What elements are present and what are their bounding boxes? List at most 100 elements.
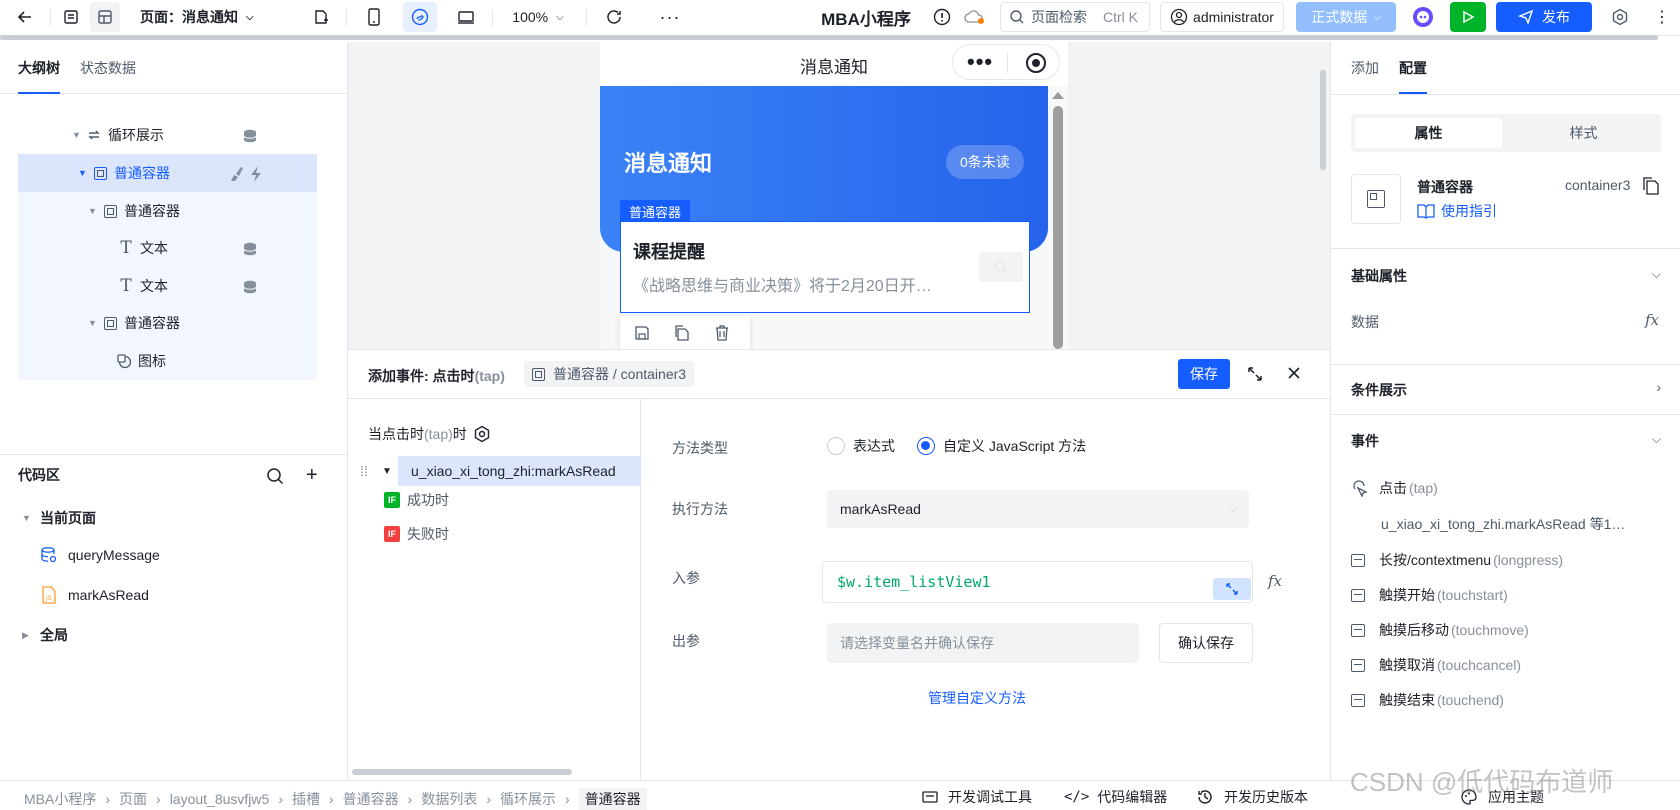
breadcrumb-item[interactable]: MBA小程序 <box>24 789 96 809</box>
chevron-down-icon[interactable]: ⌵ <box>1652 267 1661 282</box>
method-query-message[interactable]: queryMessage <box>40 546 160 564</box>
event-lightning-icon[interactable] <box>248 165 264 186</box>
event-touchend[interactable]: 触摸结束 (touchend) <box>1351 690 1504 710</box>
expand-icon[interactable] <box>1246 365 1264 386</box>
basic-props-title[interactable]: 基础属性 <box>1351 266 1407 286</box>
close-mini-icon[interactable] <box>1025 52 1047 77</box>
expand-editor-icon[interactable] <box>1213 578 1251 600</box>
tap-action-summary[interactable]: u_xiao_xi_tong_zhi.markAsRead 等1… <box>1381 514 1625 534</box>
preview-play-button[interactable] <box>1450 2 1486 32</box>
confirm-save-button[interactable]: 确认保存 <box>1159 623 1253 663</box>
events-title[interactable]: 事件 <box>1351 431 1379 451</box>
action-node[interactable]: ⁞⁞ ▼ u_xiao_xi_tong_zhi:markAsRead <box>360 456 641 486</box>
breadcrumb-item[interactable]: 普通容器 <box>343 789 399 809</box>
save-button[interactable]: 保存 <box>1178 359 1230 389</box>
page-selector[interactable]: 页面：消息通知 ⌵ <box>140 2 280 32</box>
capsule-menu[interactable]: ••• <box>952 44 1060 80</box>
tree-node-text[interactable]: T 文本 <box>18 267 317 305</box>
copy-icon[interactable] <box>1643 177 1659 198</box>
delete-icon[interactable] <box>714 325 730 344</box>
current-page-group[interactable]: ▼ 当前页面 <box>22 508 96 528</box>
tab-config[interactable]: 配置 <box>1399 42 1427 94</box>
desktop-icon[interactable] <box>452 2 480 32</box>
phone-scrollbar[interactable] <box>1048 92 1068 349</box>
segment-style[interactable]: 样式 <box>1510 118 1657 148</box>
code-editor-button[interactable]: </> 代码编辑器 <box>1064 787 1167 807</box>
manage-custom-methods-link[interactable]: 管理自定义方法 <box>928 688 1026 708</box>
scroll-up-arrow-icon[interactable] <box>1052 92 1064 99</box>
miniprogram-icon[interactable] <box>403 2 437 32</box>
devtools-button[interactable]: 开发调试工具 <box>922 787 1032 807</box>
back-icon[interactable] <box>10 2 40 32</box>
caret-down-icon[interactable]: ▼ <box>72 130 86 140</box>
chevron-down-icon[interactable]: ⌵ <box>1652 432 1661 447</box>
publish-button[interactable]: 发布 <box>1496 2 1592 32</box>
conditional-title[interactable]: 条件展示 <box>1351 380 1407 400</box>
fx-icon[interactable]: fx <box>1645 311 1659 329</box>
breadcrumb-item[interactable]: 循环展示 <box>500 789 556 809</box>
tree-node-text[interactable]: T 文本 <box>18 229 317 267</box>
tree-node-container-selected[interactable]: ▼ 普通容器 <box>18 154 317 192</box>
close-icon[interactable] <box>1286 365 1302 384</box>
save-icon[interactable] <box>634 325 650 344</box>
out-param-input[interactable]: 请选择变量名并确认保存 <box>827 623 1139 663</box>
search-icon[interactable] <box>266 467 284 488</box>
chevron-right-icon[interactable]: › <box>1656 379 1661 395</box>
add-icon[interactable]: + <box>306 464 318 487</box>
global-group[interactable]: ▶ 全局 <box>22 625 68 645</box>
breadcrumb-item[interactable]: 页面 <box>119 789 147 809</box>
user-menu[interactable]: administrator <box>1160 2 1284 32</box>
success-branch[interactable]: IF 成功时 <box>384 490 449 510</box>
action-node-label[interactable]: u_xiao_xi_tong_zhi:markAsRead <box>398 456 641 486</box>
page-icon[interactable] <box>58 2 84 32</box>
radio-expression[interactable] <box>827 437 845 455</box>
drag-handle-icon[interactable]: ⁞⁞ <box>360 463 378 479</box>
tree-node-loop[interactable]: ▼ 循环展示 <box>18 116 317 154</box>
caret-down-icon[interactable]: ▼ <box>382 466 398 477</box>
segment-props[interactable]: 属性 <box>1355 118 1502 148</box>
event-tap[interactable]: 点击 (tap) <box>1351 478 1438 498</box>
layout-icon[interactable] <box>90 2 120 32</box>
method-mark-as-read[interactable]: JS markAsRead <box>40 586 149 604</box>
horizontal-scrollbar[interactable] <box>352 769 572 775</box>
breadcrumb-item[interactable]: 插槽 <box>292 789 320 809</box>
mobile-icon[interactable] <box>360 2 388 32</box>
refresh-icon[interactable] <box>600 2 628 32</box>
breadcrumb-item-current[interactable]: 普通容器 <box>578 788 647 810</box>
caret-down-icon[interactable]: ▼ <box>88 318 102 328</box>
style-brush-icon[interactable] <box>226 165 244 186</box>
message-card[interactable]: 课程提醒 《战略思维与商业决策》将于2月20日开… <box>620 221 1030 313</box>
settings-icon[interactable] <box>1606 2 1634 32</box>
tab-outline[interactable]: 大纲树 <box>18 42 60 94</box>
page-search-input[interactable]: 页面检索 Ctrl K <box>1000 2 1150 32</box>
cloud-icon[interactable] <box>960 2 988 32</box>
event-touchmove[interactable]: 触摸后移动 (touchmove) <box>1351 620 1529 640</box>
event-touchcancel[interactable]: 触摸取消 (touchcancel) <box>1351 655 1521 675</box>
event-longpress[interactable]: 长按/contextmenu (longpress) <box>1351 550 1563 570</box>
info-icon[interactable] <box>930 2 954 32</box>
add-page-icon[interactable] <box>308 2 334 32</box>
tree-node-container[interactable]: ▼ 普通容器 <box>18 192 317 230</box>
tree-node-container[interactable]: ▼ 普通容器 <box>18 304 317 342</box>
event-touchstart[interactable]: 触摸开始 (touchstart) <box>1351 585 1508 605</box>
tree-node-icon[interactable]: 图标 <box>18 342 317 380</box>
ai-assistant-icon[interactable] <box>1408 2 1438 32</box>
fx-icon[interactable]: fx <box>1268 572 1282 590</box>
exec-method-select[interactable]: markAsRead ⌵ <box>827 490 1249 528</box>
tab-add[interactable]: 添加 <box>1351 42 1379 94</box>
copy-icon[interactable] <box>674 325 690 344</box>
param-input[interactable]: $w.item_listView1 <box>822 561 1253 603</box>
env-select[interactable]: 正式数据 ⌵ <box>1296 2 1396 32</box>
top-scrollbar[interactable] <box>0 35 1658 40</box>
more-dots-icon[interactable]: ••• <box>967 49 993 75</box>
canvas-scrollbar[interactable] <box>1320 70 1326 170</box>
usage-guide-link[interactable]: 使用指引 <box>1417 201 1497 221</box>
scroll-thumb[interactable] <box>1053 106 1063 349</box>
zoom-select[interactable]: 100% ⌵ <box>508 2 568 32</box>
radio-custom-js[interactable] <box>917 437 935 455</box>
more-icon[interactable]: ··· <box>656 2 684 32</box>
breadcrumb-item[interactable]: 数据列表 <box>421 789 477 809</box>
caret-down-icon[interactable]: ▼ <box>78 168 92 178</box>
breadcrumb-item[interactable]: layout_8usvfjw5 <box>170 791 270 807</box>
tab-state-data[interactable]: 状态数据 <box>80 42 136 94</box>
